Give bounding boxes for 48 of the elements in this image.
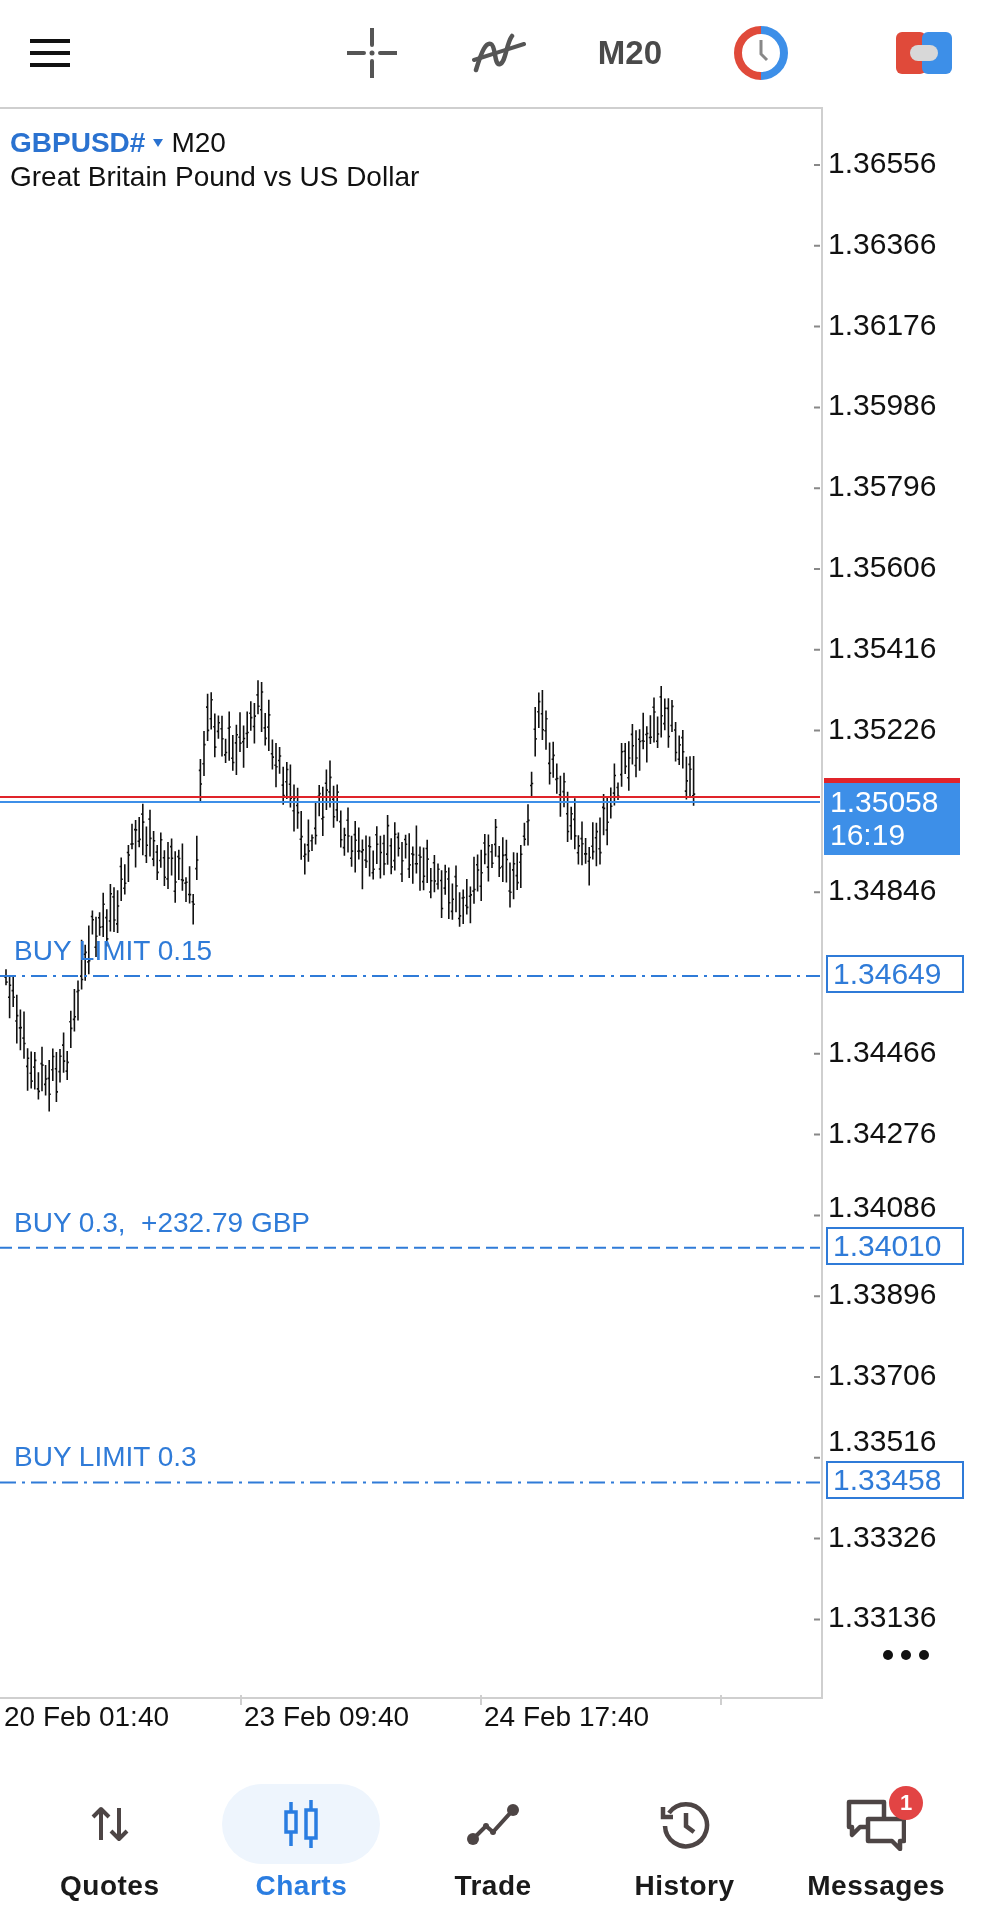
order-line[interactable]: [0, 974, 820, 977]
price-label: 1.34466: [828, 1033, 937, 1070]
order-line[interactable]: [0, 1246, 820, 1249]
chart-timeframe: M20: [171, 127, 226, 159]
symbol-description: Great Britain Pound vs US Dollar: [10, 161, 420, 193]
bar-timer: 16:19: [830, 818, 907, 852]
price-label: 1.33706: [828, 1357, 937, 1393]
price-label: 1.33896: [828, 1276, 937, 1313]
price-label: 1.36556: [828, 145, 937, 181]
history-icon: [659, 1799, 710, 1849]
more-icon[interactable]: [883, 1650, 929, 1660]
price-label: 1.36366: [828, 225, 937, 262]
time-label: 23 Feb 09:40: [244, 1700, 410, 1734]
price-label: 1.34846: [828, 872, 937, 909]
price-label: 1.33326: [828, 1518, 937, 1555]
price-label: 1.34276: [828, 1114, 937, 1151]
order-label[interactable]: BUY LIMIT 0.3: [14, 1440, 197, 1475]
price-label: 1.35986: [828, 387, 937, 424]
order-line[interactable]: [0, 1481, 820, 1484]
price-label: 1.33136: [828, 1599, 937, 1636]
price-label: 1.35416: [828, 629, 937, 666]
timeframe-button[interactable]: M20: [597, 33, 662, 72]
time-label: 24 Feb 17:40: [484, 1700, 650, 1734]
messages-tab[interactable]: 1 Messages: [780, 1745, 972, 1920]
price-label: 1.35226: [828, 710, 937, 747]
quotes-tab[interactable]: Quotes: [14, 1745, 206, 1920]
up-down-arrows-icon: [89, 1806, 130, 1842]
line-chart-icon: [466, 1802, 520, 1846]
order-label[interactable]: BUY 0.3, +232.79 GBP: [14, 1205, 310, 1240]
order-price: 1.34010: [826, 1226, 964, 1265]
price-label: 1.36176: [828, 306, 937, 343]
price-label: 1.33516: [828, 1423, 937, 1460]
symbol-selector[interactable]: GBPUSD#: [10, 127, 146, 159]
price-label: 1.34086: [828, 1188, 937, 1225]
price-label: 1.35606: [828, 549, 937, 585]
unread-badge: 1: [889, 1786, 924, 1820]
clock-icon[interactable]: [734, 25, 788, 80]
history-tab[interactable]: History: [588, 1745, 781, 1920]
trade-tab[interactable]: Trade: [397, 1745, 589, 1920]
charts-tab[interactable]: Charts: [205, 1745, 398, 1920]
order-price: 1.34649: [826, 954, 964, 993]
price-label: 1.35796: [828, 468, 937, 505]
order-price: 1.33458: [826, 1461, 964, 1500]
menu-icon[interactable]: [30, 37, 70, 68]
current-price: 1.35058: [830, 785, 940, 819]
time-label: 20 Feb 01:40: [4, 1700, 170, 1734]
dropdown-icon[interactable]: [153, 139, 164, 147]
crosshair-icon[interactable]: [346, 27, 397, 78]
